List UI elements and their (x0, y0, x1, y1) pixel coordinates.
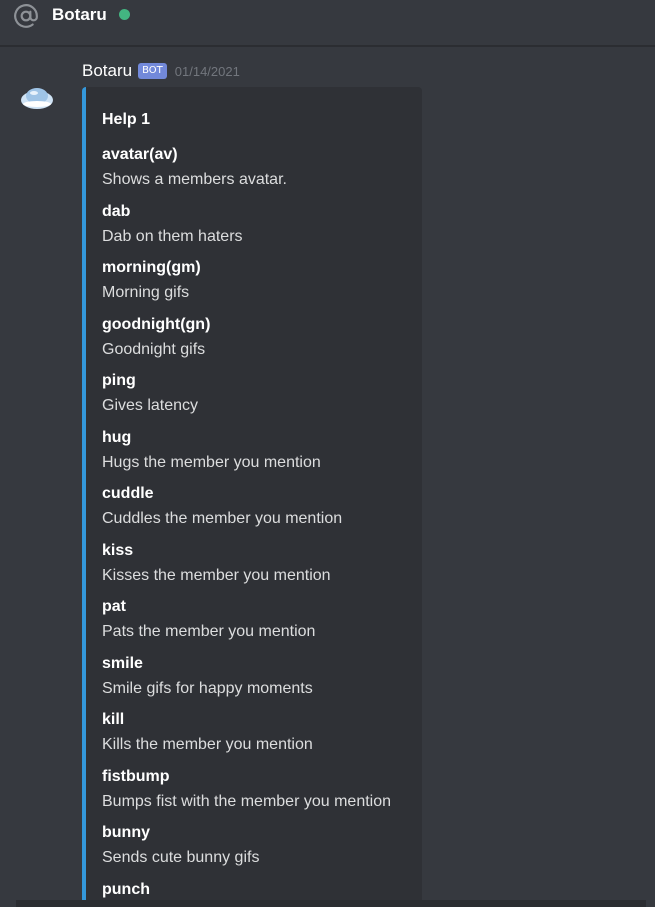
command-name: kiss (102, 541, 134, 559)
embed-field: hug Hugs the member you mention (102, 428, 321, 473)
command-name: avatar(av) (102, 146, 178, 163)
command-name: bunny (102, 824, 150, 841)
command-description: Cuddles the member you mention (102, 510, 343, 527)
command-description: Goodnight gifs (102, 340, 206, 358)
embed-field: avatar(av) Shows a members avatar. (102, 145, 287, 190)
at-icon (14, 4, 38, 28)
embed-title: Help 1 (102, 111, 151, 128)
embed-field: cuddle Cuddles the member you mention (102, 484, 342, 529)
help-embed: Help 1 avatar(av) Shows a members avatar.… (82, 87, 422, 907)
message-author[interactable]: Botaru (82, 60, 132, 82)
embed-field: bunny Sends cute bunny gifs (102, 823, 259, 868)
embed-field: ping Gives latency (102, 371, 198, 416)
command-name: punch (102, 880, 150, 898)
embed-field: dab Dab on them haters (102, 202, 243, 247)
command-description: Bumps fist with the member you mention (102, 792, 392, 810)
command-description: Shows a members avatar. (102, 171, 287, 188)
command-name: hug (102, 428, 132, 446)
embed-field: smile Smile gifs for happy moments (102, 654, 313, 699)
command-name: pat (102, 598, 126, 615)
command-description: Kills the member you mention (102, 736, 313, 753)
embed-field: kiss Kisses the member you mention (102, 541, 331, 586)
command-name: goodnight(gn) (102, 315, 211, 333)
embed-field: fistbump Bumps fist with the member you m… (102, 767, 391, 812)
command-description: Pats the member you mention (102, 623, 316, 640)
command-name: kill (102, 711, 125, 728)
command-name: morning(gm) (102, 259, 201, 276)
command-name: smile (102, 654, 143, 672)
online-status-indicator (119, 9, 130, 20)
command-name: ping (102, 372, 136, 389)
command-name: dab (102, 202, 131, 220)
message-header: Botaru BOT 01/14/2021 (82, 60, 240, 82)
embed-field: goodnight(gn) Goodnight gifs (102, 315, 210, 360)
command-name: fistbump (102, 767, 170, 785)
command-description: Kisses the member you mention (102, 566, 331, 584)
command-description: Morning gifs (102, 284, 190, 301)
command-description: Dab on them haters (102, 227, 243, 245)
command-description: Hugs the member you mention (102, 453, 321, 471)
bot-avatar-icon (21, 88, 53, 109)
command-description: Sends cute bunny gifs (102, 849, 260, 866)
command-description: Gives latency (102, 397, 199, 414)
channel-name[interactable]: Botaru (52, 4, 107, 26)
bot-badge: BOT (138, 63, 167, 79)
embed-field: kill Kills the member you mention (102, 710, 313, 755)
scroll-bar[interactable] (16, 900, 646, 907)
channel-header: Botaru (0, 0, 655, 46)
message-timestamp[interactable]: 01/14/2021 (175, 64, 240, 79)
embed-field: pat Pats the member you mention (102, 597, 315, 642)
command-description: Smile gifs for happy moments (102, 679, 313, 697)
bot-avatar[interactable] (20, 86, 54, 110)
embed-field: punch (102, 880, 150, 900)
command-name: cuddle (102, 485, 154, 502)
embed-field: morning(gm) Morning gifs (102, 258, 201, 303)
